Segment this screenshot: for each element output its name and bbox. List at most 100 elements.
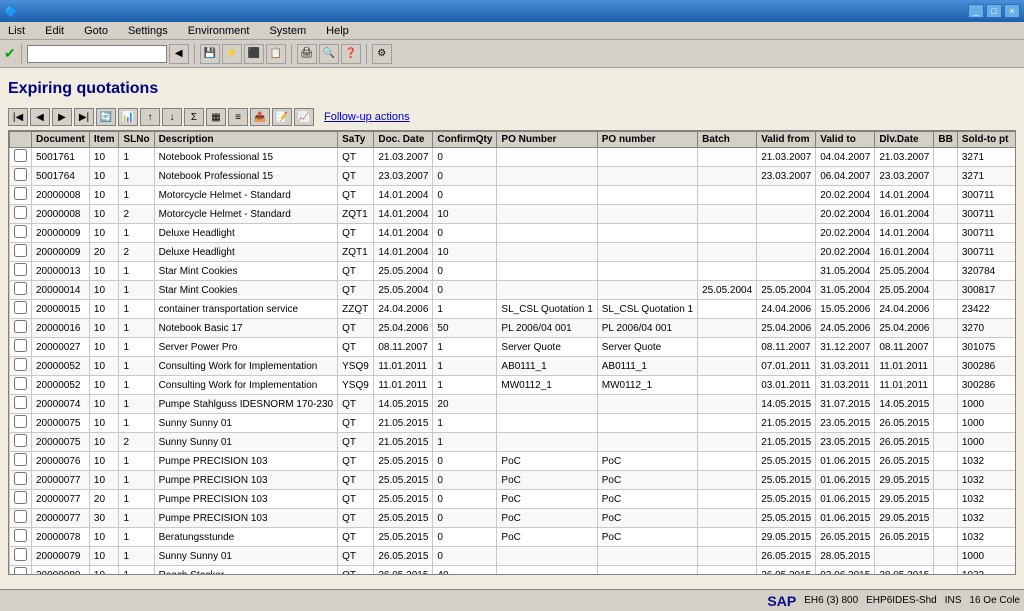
command-input[interactable]: [27, 45, 167, 63]
table-row[interactable]: 20000080101Reach StackerQT26.05.20154026…: [10, 566, 1017, 576]
row-checkbox[interactable]: [14, 149, 27, 162]
maximize-button[interactable]: □: [986, 4, 1002, 18]
table-cell: 23.03.2007: [374, 167, 433, 186]
table-row[interactable]: 20000077301Pumpe PRECISION 103QT25.05.20…: [10, 509, 1017, 528]
row-checkbox[interactable]: [14, 415, 27, 428]
row-checkbox[interactable]: [14, 301, 27, 314]
table-row[interactable]: 20000027101Server Power ProQT08.11.20071…: [10, 338, 1017, 357]
row-checkbox[interactable]: [14, 453, 27, 466]
row-checkbox[interactable]: [14, 567, 27, 575]
follow-up-link[interactable]: Follow-up actions: [324, 111, 410, 123]
sort-desc-btn[interactable]: ↓: [162, 108, 182, 126]
table-row[interactable]: 20000075101Sunny Sunny 01QT21.05.2015121…: [10, 414, 1017, 433]
table-row[interactable]: 20000076101Pumpe PRECISION 103QT25.05.20…: [10, 452, 1017, 471]
menu-edit[interactable]: Edit: [41, 24, 68, 38]
col-validto[interactable]: Valid to: [816, 132, 875, 148]
row-checkbox[interactable]: [14, 320, 27, 333]
row-checkbox[interactable]: [14, 168, 27, 181]
col-saty[interactable]: SaTy: [338, 132, 374, 148]
menu-environment[interactable]: Environment: [184, 24, 254, 38]
excel-btn[interactable]: 📤: [250, 108, 270, 126]
table-row[interactable]: 20000009101Deluxe HeadlightQT14.01.20040…: [10, 224, 1017, 243]
row-checkbox[interactable]: [14, 263, 27, 276]
col-soldto[interactable]: Sold-to pt: [957, 132, 1016, 148]
row-checkbox[interactable]: [14, 472, 27, 485]
find-button[interactable]: 🔍: [319, 44, 339, 64]
col-slno[interactable]: SLNo: [119, 132, 154, 148]
col-dlvdate[interactable]: Dlv.Date: [875, 132, 934, 148]
table-row[interactable]: 20000052101Consulting Work for Implement…: [10, 357, 1017, 376]
row-checkbox[interactable]: [14, 377, 27, 390]
word-btn[interactable]: 📝: [272, 108, 292, 126]
data-table-wrapper[interactable]: Document Item SLNo Description SaTy Doc.…: [8, 130, 1016, 575]
column-sel-btn[interactable]: ≡: [228, 108, 248, 126]
table-row[interactable]: 20000013101Star Mint CookiesQT25.05.2004…: [10, 262, 1017, 281]
col-ponumber2[interactable]: PO number: [597, 132, 697, 148]
row-checkbox[interactable]: [14, 548, 27, 561]
next-btn[interactable]: ▶: [52, 108, 72, 126]
row-checkbox[interactable]: [14, 339, 27, 352]
sort-asc-btn[interactable]: ↑: [140, 108, 160, 126]
shortcut-button[interactable]: ⚡: [222, 44, 242, 64]
table-row[interactable]: 20000016101Notebook Basic 17QT25.04.2006…: [10, 319, 1017, 338]
table-row[interactable]: 20000079101Sunny Sunny 01QT26.05.2015026…: [10, 547, 1017, 566]
table-row[interactable]: 5001761101Notebook Professional 15QT21.0…: [10, 148, 1017, 167]
menu-goto[interactable]: Goto: [80, 24, 112, 38]
col-confirmqty[interactable]: ConfirmQty: [433, 132, 497, 148]
table-row[interactable]: 20000015101container transportation serv…: [10, 300, 1017, 319]
menu-system[interactable]: System: [265, 24, 310, 38]
menu-help[interactable]: Help: [322, 24, 353, 38]
close-button[interactable]: ×: [1004, 4, 1020, 18]
filter-btn[interactable]: 📊: [118, 108, 138, 126]
table-row[interactable]: 20000074101Pumpe Stahlguss IDESNORM 170-…: [10, 395, 1017, 414]
table-row[interactable]: 20000008102Motorcycle Helmet - StandardZ…: [10, 205, 1017, 224]
help-icon-btn[interactable]: ❓: [341, 44, 361, 64]
col-ponumber1[interactable]: PO Number: [497, 132, 597, 148]
row-checkbox[interactable]: [14, 491, 27, 504]
settings-btn[interactable]: ⚙: [372, 44, 392, 64]
sumtotal-btn[interactable]: Σ: [184, 108, 204, 126]
graphics-btn[interactable]: 📈: [294, 108, 314, 126]
row-checkbox[interactable]: [14, 396, 27, 409]
save-button[interactable]: 💾: [200, 44, 220, 64]
row-checkbox[interactable]: [14, 187, 27, 200]
col-bb[interactable]: BB: [934, 132, 957, 148]
print-button[interactable]: 🖨: [297, 44, 317, 64]
table-row[interactable]: 20000009202Deluxe HeadlightZQT114.01.200…: [10, 243, 1017, 262]
col-item[interactable]: Item: [89, 132, 119, 148]
prev-btn[interactable]: ◀: [30, 108, 50, 126]
row-checkbox[interactable]: [14, 510, 27, 523]
col-docdate[interactable]: Doc. Date: [374, 132, 433, 148]
nav-back-button[interactable]: ◀: [169, 44, 189, 64]
minimize-button[interactable]: _: [968, 4, 984, 18]
menu-settings[interactable]: Settings: [124, 24, 172, 38]
row-checkbox[interactable]: [14, 206, 27, 219]
table-row[interactable]: 20000078101BeratungsstundeQT25.05.20150P…: [10, 528, 1017, 547]
row-checkbox[interactable]: [14, 358, 27, 371]
col-batch[interactable]: Batch: [698, 132, 757, 148]
cmd-button[interactable]: 📋: [266, 44, 286, 64]
row-checkbox[interactable]: [14, 434, 27, 447]
row-checkbox[interactable]: [14, 244, 27, 257]
title-bar-controls[interactable]: _ □ ×: [968, 4, 1020, 18]
col-validfrom[interactable]: Valid from: [757, 132, 816, 148]
table-row[interactable]: 20000077201Pumpe PRECISION 103QT25.05.20…: [10, 490, 1017, 509]
table-row[interactable]: 20000014101Star Mint CookiesQT25.05.2004…: [10, 281, 1017, 300]
row-checkbox[interactable]: [14, 529, 27, 542]
table-row[interactable]: 20000008101Motorcycle Helmet - StandardQ…: [10, 186, 1017, 205]
col-document[interactable]: Document: [32, 132, 90, 148]
table-row[interactable]: 20000052101Consulting Work for Implement…: [10, 376, 1017, 395]
table-row[interactable]: 20000077101Pumpe PRECISION 103QT25.05.20…: [10, 471, 1017, 490]
last-btn[interactable]: ▶|: [74, 108, 94, 126]
table-row[interactable]: 5001764101Notebook Professional 15QT23.0…: [10, 167, 1017, 186]
layout-btn[interactable]: ▦: [206, 108, 226, 126]
row-checkbox[interactable]: [14, 282, 27, 295]
row-checkbox[interactable]: [14, 225, 27, 238]
col-description[interactable]: Description: [154, 132, 338, 148]
table-row[interactable]: 20000075102Sunny Sunny 01QT21.05.2015121…: [10, 433, 1017, 452]
stop-button[interactable]: ⬛: [244, 44, 264, 64]
first-btn[interactable]: |◀: [8, 108, 28, 126]
menu-list[interactable]: List: [4, 24, 29, 38]
refresh-btn[interactable]: 🔄: [96, 108, 116, 126]
check-icon[interactable]: ✔: [4, 45, 16, 62]
